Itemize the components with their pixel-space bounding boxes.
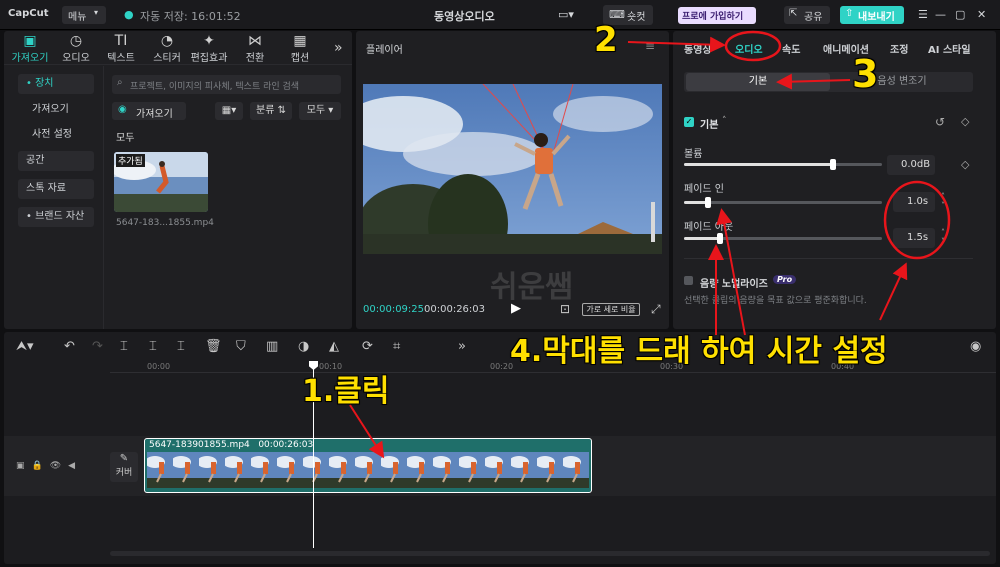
annotation-arrow-4c <box>879 262 908 321</box>
annotation-arrow-4a <box>716 208 746 336</box>
annotation-circle-audio-tab <box>724 30 782 62</box>
annotation-step-1: 1.클릭 <box>302 374 390 409</box>
annotation-step-3: 3 <box>852 52 879 96</box>
annotation-circle-fade-values <box>883 180 951 260</box>
annotation-arrow-2 <box>627 36 726 53</box>
annotation-step-2: 2 <box>594 20 618 60</box>
annotation-step-4: 4.막대를 드래 하여 시간 설정 <box>510 334 888 369</box>
annotation-overlay <box>349 30 951 459</box>
annotation-arrow-3 <box>776 73 851 90</box>
annotation-arrow-1 <box>349 404 385 459</box>
